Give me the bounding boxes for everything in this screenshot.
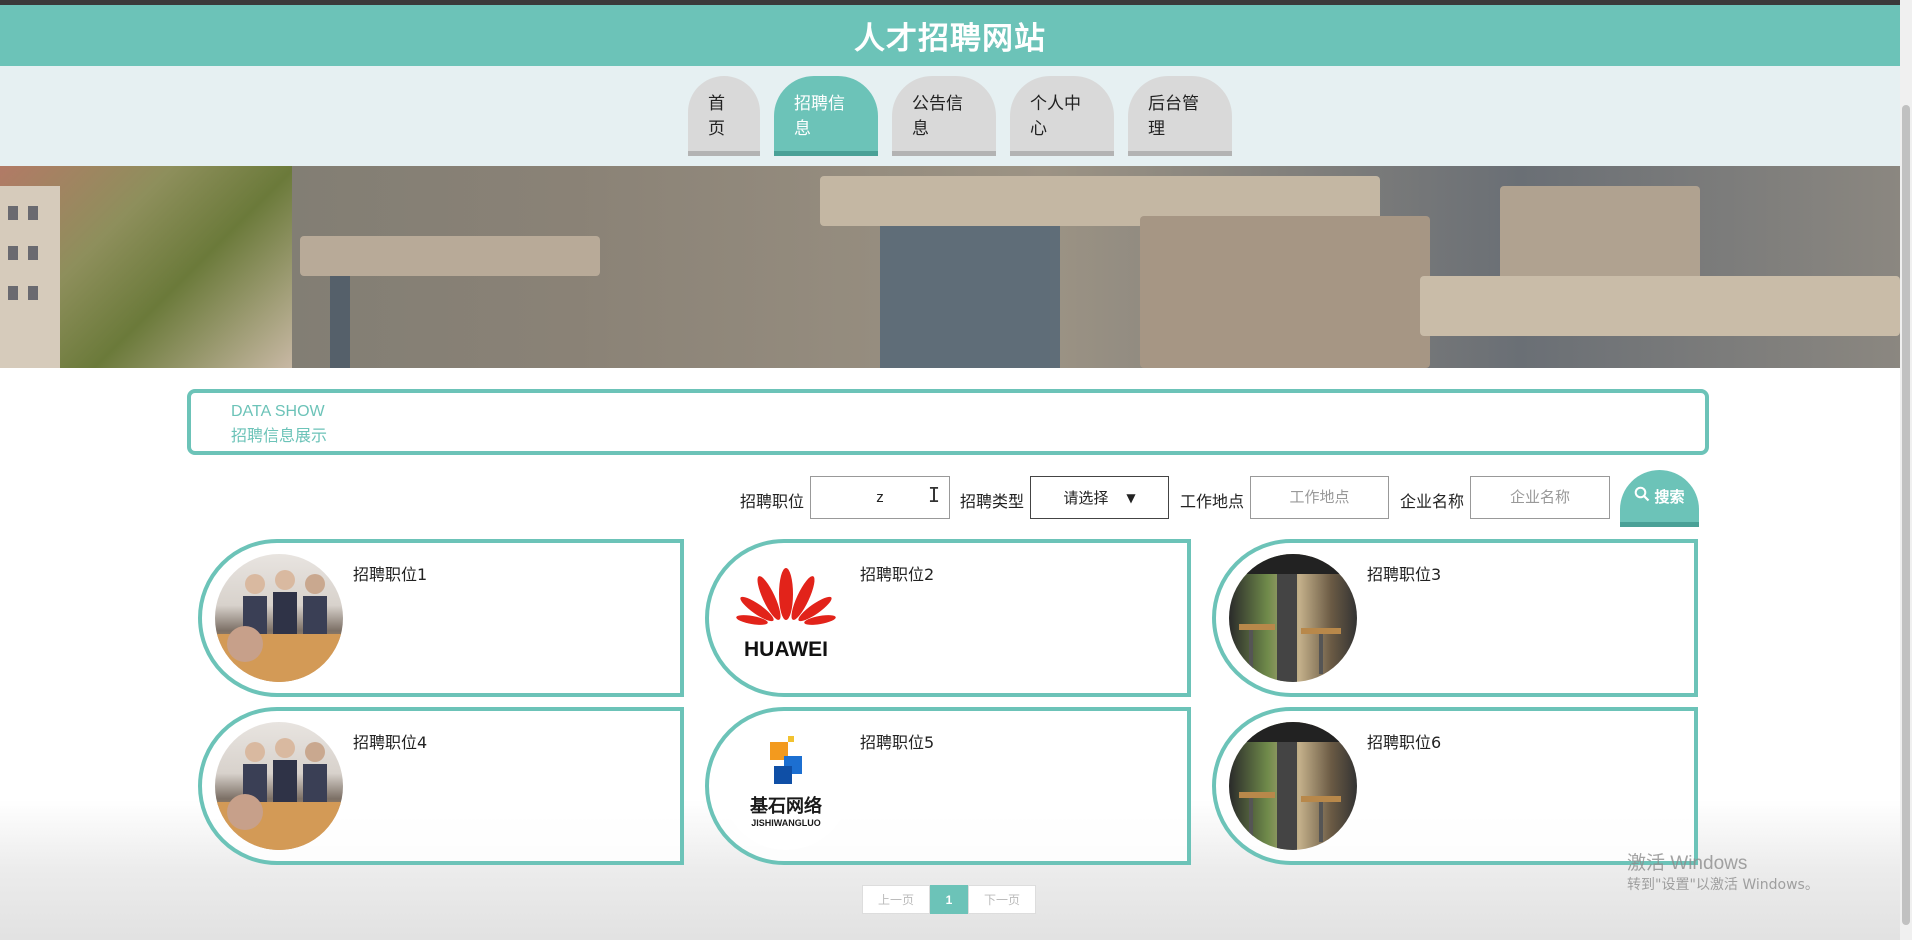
current-page-button[interactable]: 1 xyxy=(930,885,968,914)
job-card-3[interactable]: 招聘职位3 xyxy=(1212,539,1698,697)
hero-banner xyxy=(0,166,1900,368)
location-label: 工作地点 xyxy=(1180,492,1245,511)
section-title-cn: 招聘信息展示 xyxy=(231,426,328,445)
job-card-image xyxy=(1229,554,1357,682)
banner-campus-image xyxy=(0,166,292,368)
windows-activation-hint: 转到"设置"以激活 Windows。 xyxy=(1627,877,1819,893)
nav-item-admin[interactable]: 后台管理 xyxy=(1128,76,1232,156)
job-card-image: 基石网络 JISHIWANGLUO xyxy=(722,722,850,850)
type-select[interactable]: 请选择 ▼ xyxy=(1030,476,1169,519)
section-title-box: DATA SHOW 招聘信息展示 xyxy=(187,389,1709,455)
search-icon xyxy=(1634,486,1650,506)
company-label: 企业名称 xyxy=(1400,492,1465,511)
next-page-button[interactable]: 下一页 xyxy=(968,885,1036,914)
pagination: 上一页 1 下一页 xyxy=(862,885,1036,914)
type-select-value: 请选择 xyxy=(1063,489,1109,507)
search-button[interactable]: 搜索 xyxy=(1620,470,1699,527)
job-card-image xyxy=(215,554,343,682)
jishi-logo-text-en: JISHIWANGLUO xyxy=(751,818,821,828)
section-title-en: DATA SHOW xyxy=(231,403,325,420)
search-button-label: 搜索 xyxy=(1654,487,1685,506)
job-card-title: 招聘职位6 xyxy=(1367,733,1442,752)
job-card-image: HUAWEI xyxy=(722,554,850,682)
windows-activation-watermark: 激活 Windows xyxy=(1627,853,1748,874)
job-card-title: 招聘职位2 xyxy=(860,565,935,584)
jishi-logo-text-cn: 基石网络 xyxy=(749,795,822,817)
job-card-2[interactable]: HUAWEI 招聘职位2 xyxy=(705,539,1191,697)
chevron-down-icon: ▼ xyxy=(1126,490,1136,505)
nav-area: 首页 招聘信息 公告信息 个人中心 后台管理 xyxy=(0,66,1900,166)
nav-item-jobs[interactable]: 招聘信息 xyxy=(774,76,878,156)
nav-item-home[interactable]: 首页 xyxy=(688,76,760,156)
job-card-title: 招聘职位4 xyxy=(353,733,428,752)
huawei-logo-text: HUAWEI xyxy=(744,638,828,661)
prev-page-button[interactable]: 上一页 xyxy=(862,885,930,914)
job-card-4[interactable]: 招聘职位4 xyxy=(198,707,684,865)
nav-item-notices[interactable]: 公告信息 xyxy=(892,76,996,156)
job-card-title: 招聘职位3 xyxy=(1367,565,1442,584)
job-card-1[interactable]: 招聘职位1 xyxy=(198,539,684,697)
site-title: 人才招聘网站 xyxy=(854,21,1046,57)
scrollbar-thumb[interactable] xyxy=(1902,105,1910,925)
site-header: 人才招聘网站 xyxy=(0,5,1900,66)
job-card-6[interactable]: 招聘职位6 xyxy=(1212,707,1698,865)
text-cursor-icon: I xyxy=(928,483,941,507)
company-input[interactable]: 企业名称 xyxy=(1470,476,1610,519)
job-card-image xyxy=(1229,722,1357,850)
main-nav: 首页 招聘信息 公告信息 个人中心 后台管理 xyxy=(0,76,1900,156)
nav-item-profile[interactable]: 个人中心 xyxy=(1010,76,1114,156)
job-card-title: 招聘职位1 xyxy=(353,565,428,584)
type-label: 招聘类型 xyxy=(960,492,1025,511)
job-card-title: 招聘职位5 xyxy=(860,733,935,752)
search-bar: 招聘职位 z 招聘类型 请选择 ▼ 工作地点 工作地点 企业名称 企业名称 搜索 xyxy=(0,470,1900,530)
job-card-image xyxy=(215,722,343,850)
job-card-5[interactable]: 基石网络 JISHIWANGLUO 招聘职位5 xyxy=(705,707,1191,865)
location-input[interactable]: 工作地点 xyxy=(1250,476,1389,519)
position-label: 招聘职位 xyxy=(740,492,805,511)
